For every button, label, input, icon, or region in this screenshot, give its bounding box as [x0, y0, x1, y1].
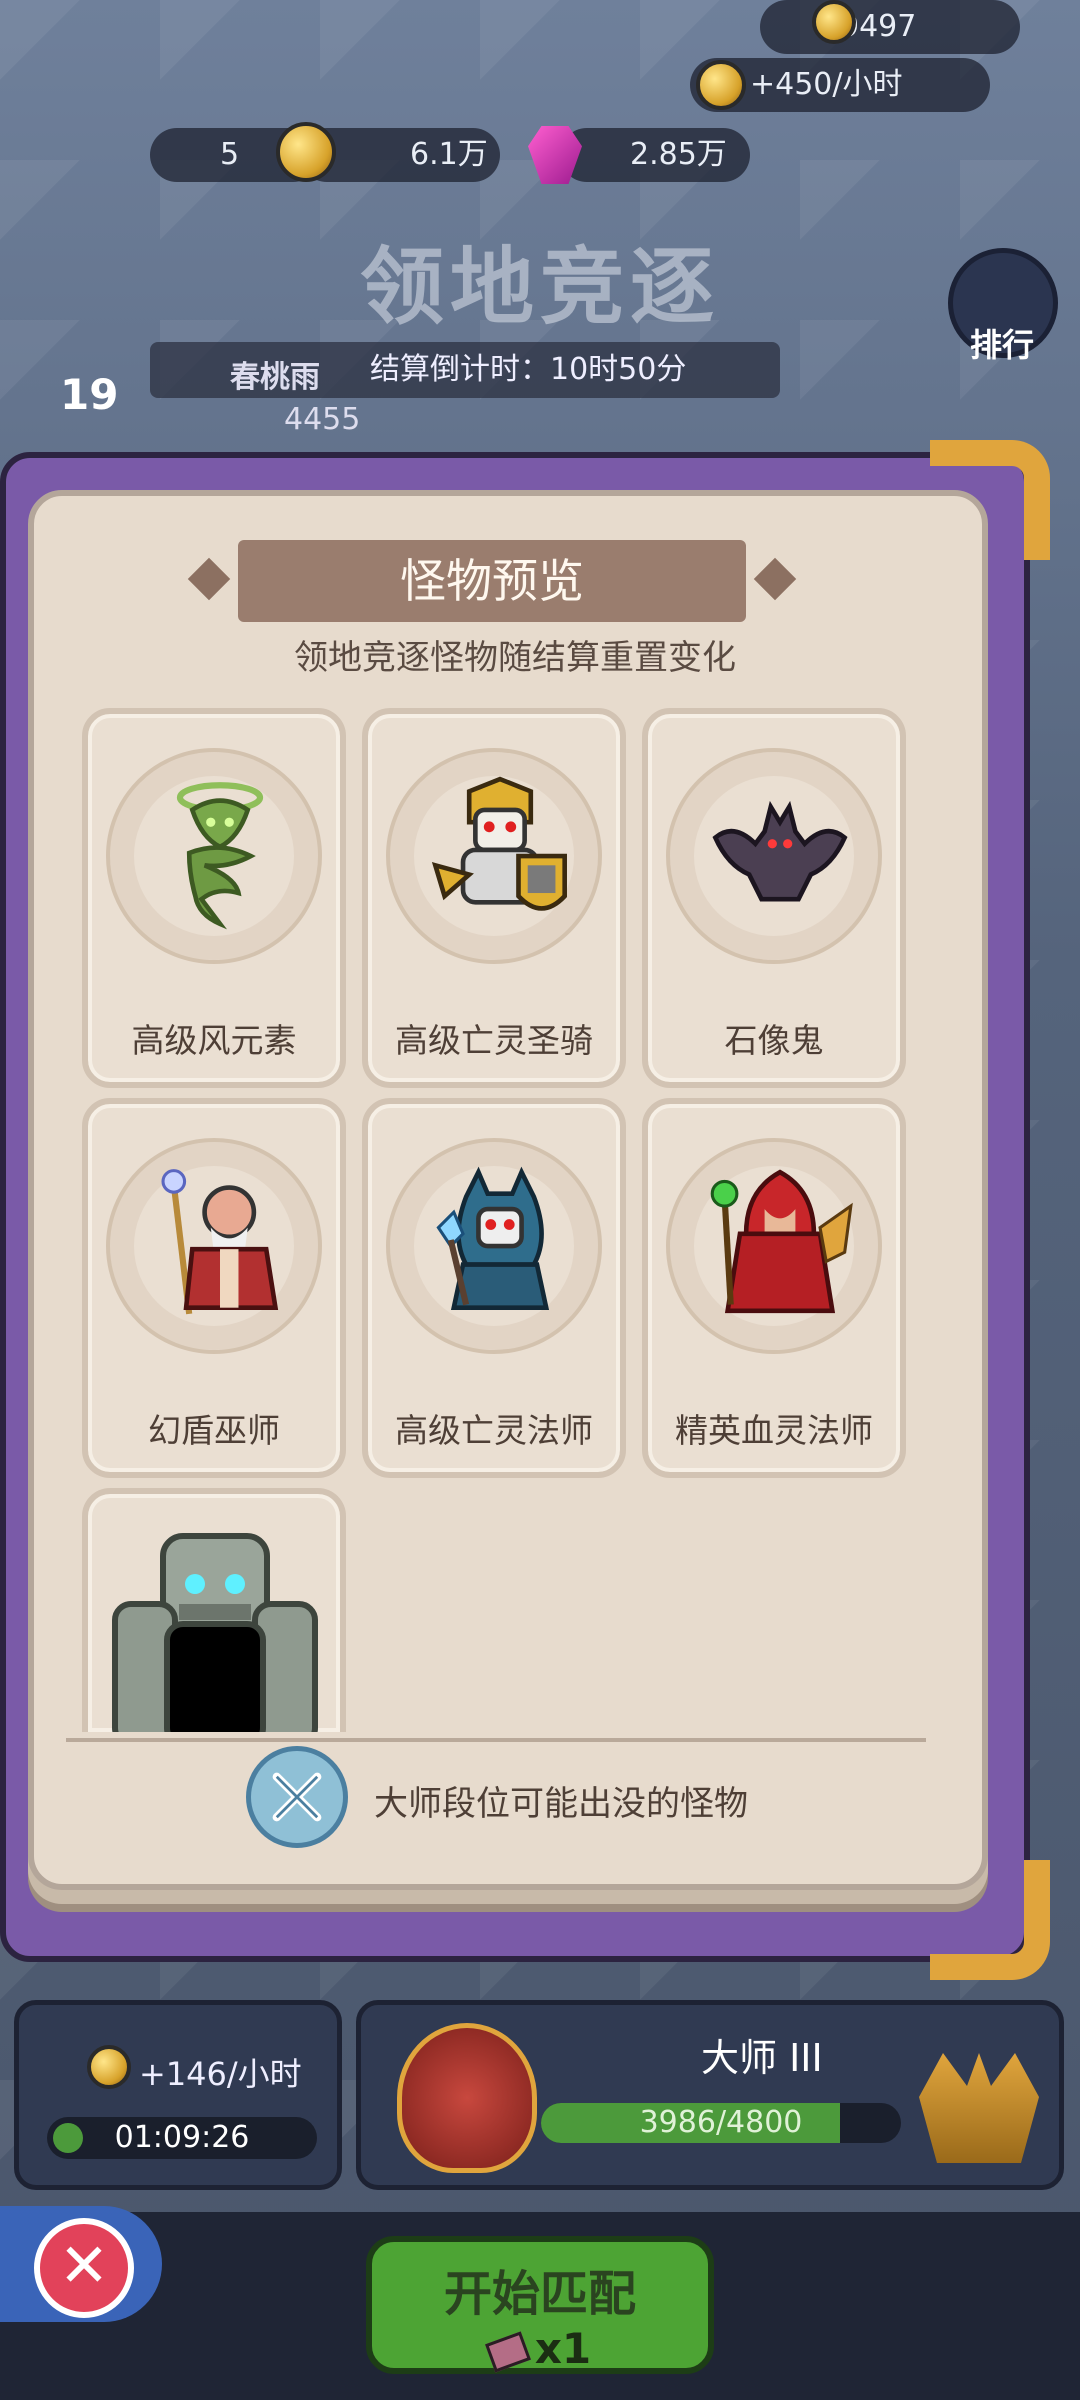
crossed-swords-rank-icon	[246, 1746, 348, 1848]
monster-card[interactable]: 高级亡灵圣骑	[362, 708, 626, 1088]
rank-badge-icon	[397, 2023, 537, 2173]
rank-panel[interactable]: 大师 III 3986/4800	[356, 2000, 1064, 2190]
blood-mage-icon	[710, 1169, 853, 1314]
monster-name: 高级风元素	[131, 1021, 297, 1060]
monster-card[interactable]: 幻盾巫师	[82, 1098, 346, 1478]
trophy-icon	[812, 0, 856, 44]
start-match-button[interactable]: 开始匹配 x1	[366, 2236, 714, 2374]
panel-divider	[66, 1738, 926, 1742]
start-match-label: 开始匹配	[443, 2266, 636, 2322]
gold-coin-icon	[276, 122, 336, 182]
player-level: 19	[60, 370, 119, 419]
rank-progress-bar: 3986/4800	[541, 2103, 901, 2143]
territory-timer-bar: 01:09:26	[47, 2117, 317, 2159]
next-rank-crown-icon	[919, 2053, 1039, 2163]
undead-mage-icon	[436, 1166, 550, 1310]
monster-name: 高级亡灵圣骑	[395, 1021, 593, 1060]
monster-card[interactable]	[82, 1488, 346, 1732]
monster-name: 幻盾巫师	[148, 1411, 280, 1450]
player-score: 4455	[284, 402, 361, 437]
monster-card[interactable]: 高级风元素	[82, 708, 346, 1088]
undead-paladin-icon	[431, 776, 567, 911]
trophy-counter: 9497	[760, 0, 1020, 54]
rank-name: 大师 III	[701, 2036, 823, 2080]
gold-corner-ornament-bottom	[930, 1860, 1050, 1980]
stone-golem-icon	[112, 1533, 318, 1732]
shield-wizard-icon	[161, 1169, 279, 1315]
footer-note: 大师段位可能出没的怪物	[374, 1784, 748, 1824]
ticket-cost: x1	[372, 2324, 708, 2373]
territory-income: +146/小时	[139, 2055, 302, 2093]
monster-name: 精英血灵法师	[675, 1411, 873, 1450]
income-coin-icon	[696, 60, 746, 110]
modal-subtitle: 领地竞逐怪物随结算重置变化	[294, 638, 736, 678]
monster-name: 石像鬼	[724, 1021, 824, 1060]
gargoyle-icon	[712, 800, 848, 902]
close-button[interactable]: ✕	[34, 2218, 134, 2318]
monster-card[interactable]: 石像鬼	[642, 708, 906, 1088]
territory-panel[interactable]: +146/小时 01:09:26	[14, 2000, 342, 2190]
ticket-icon	[484, 2330, 531, 2373]
leaderboard-label: 排行	[970, 326, 1035, 364]
monster-name: 高级亡灵法师	[395, 1411, 593, 1450]
wind-elemental-icon	[176, 782, 264, 930]
monster-card[interactable]: 高级亡灵法师	[362, 1098, 626, 1478]
background-title: 领地竞逐	[360, 238, 721, 336]
gold-corner-ornament	[930, 440, 1050, 560]
monster-card[interactable]: 精英血灵法师	[642, 1098, 906, 1478]
gem-counter: 2.85万	[560, 128, 750, 182]
player-name: 春桃雨	[230, 360, 320, 395]
modal-title: 怪物预览	[238, 540, 746, 622]
income-coin-icon	[87, 2045, 131, 2089]
